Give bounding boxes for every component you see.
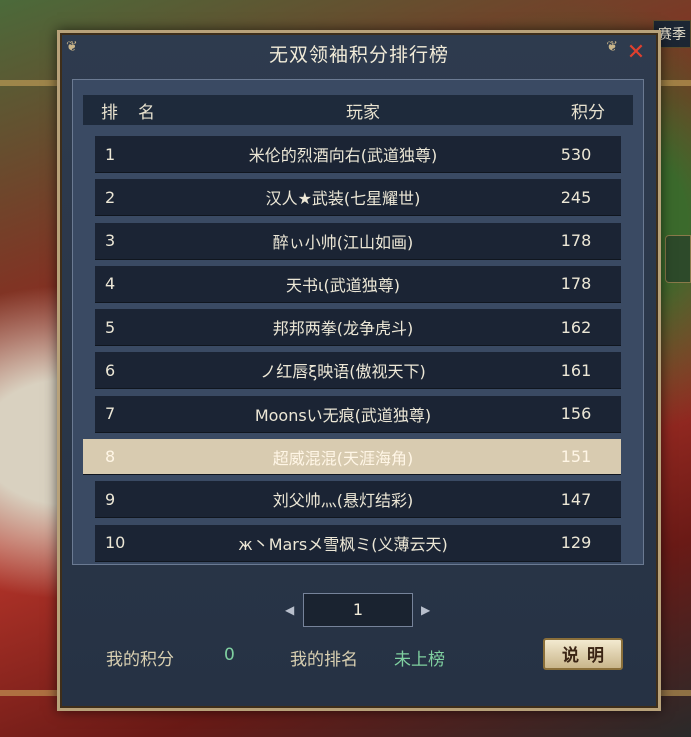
score-cell: 129 [560,533,592,553]
rank-cell: 7 [105,404,116,424]
player-cell: 刘父帅灬(悬灯结彩) [272,491,414,511]
rank-cell: 1 [105,144,116,164]
rank-cell: 4 [105,274,116,294]
caret-left-icon[interactable]: ◀ [285,604,295,616]
table-row[interactable]: 10 ж丶Marsメ雪枫ミ(义薄云天) 129 [95,524,621,562]
score-cell: 178 [560,274,592,294]
score-cell: 156 [560,404,592,424]
side-button[interactable] [665,235,691,283]
rank-cell: 3 [105,231,116,251]
page-number-field[interactable]: 1 [303,593,413,627]
header-score: 积分 [571,102,605,123]
player-cell: 邦邦两拳(龙争虎斗) [272,319,414,339]
table-row[interactable]: 6 ノ红唇ξ映语(傲视天下) 161 [95,352,621,390]
table-row[interactable]: 3 醉ぃ小帅(江山如画) 178 [95,222,621,260]
table-row[interactable]: 2 汉人★武装(七星耀世) 245 [95,179,621,217]
ranking-panel: 排名 玩家 积分 1 米伦的烈酒向右(武道独尊) 530 2 汉人★武装(七星耀世) 2… [72,79,644,565]
player-cell: 天书ι(武道独尊) [286,275,400,295]
table-row[interactable]: 9 刘父帅灬(悬灯结彩) 147 [95,481,621,519]
table-row[interactable]: 5 邦邦两拳(龙争虎斗) 162 [95,309,621,347]
header-player: 玩家 [346,102,380,123]
my-score-label: 我的积分 [106,650,174,670]
score-cell: 178 [560,231,592,251]
my-rank-label: 我的排名 [290,650,358,670]
score-cell: 245 [560,187,592,207]
table-header: 排名 玩家 积分 [83,95,633,125]
player-cell: ノ红唇ξ映语(傲视天下) [260,362,426,382]
table-row-highlighted[interactable]: 8 超威混混(天涯海角) 151 [83,439,621,476]
caret-right-icon[interactable]: ▶ [421,604,431,616]
score-cell: 162 [560,317,592,337]
rank-cell: 8 [105,447,116,467]
leaderboard-dialog: ❦ ❦ 无双领袖积分排行榜 ✕ 排名 玩家 积分 1 米伦的烈酒向右(武道独尊) 5… [57,30,661,711]
table-row[interactable]: 1 米伦的烈酒向右(武道独尊) 530 [95,136,621,173]
my-score-value: 0 [224,645,235,665]
rank-cell: 10 [105,533,126,553]
player-cell: 超威混混(天涯海角) [272,448,414,468]
player-cell: 米伦的烈酒向右(武道独尊) [248,146,438,165]
table-row[interactable]: 4 天书ι(武道独尊) 178 [95,265,621,303]
rank-cell: 9 [105,489,116,509]
score-cell: 151 [560,447,592,467]
rank-cell: 5 [105,317,116,337]
player-cell: 汉人★武装(七星耀世) [265,189,421,209]
player-cell: ж丶Marsメ雪枫ミ(义薄云天) [238,534,448,554]
player-cell: 醉ぃ小帅(江山如画) [272,232,414,252]
score-cell: 147 [560,489,592,509]
rank-cell: 2 [105,187,116,207]
explain-button[interactable]: 说明 [543,638,623,670]
ranking-rows: 1 米伦的烈酒向右(武道独尊) 530 2 汉人★武装(七星耀世) 245 3 醉ぃ小帅(… [83,136,621,568]
header-rank: 排名 [101,102,175,123]
my-rank-value: 未上榜 [394,650,445,670]
table-row[interactable]: 7 Moonsい无痕(武道独尊) 156 [95,395,621,433]
score-cell: 530 [560,144,592,164]
dialog-title: 无双领袖积分排行榜 [268,44,449,66]
score-cell: 161 [560,360,592,380]
player-cell: Moonsい无痕(武道独尊) [254,405,432,425]
close-icon[interactable]: ✕ [624,41,648,65]
rank-cell: 6 [105,360,116,380]
pagination: ◀ 1 ▶ [285,593,431,627]
